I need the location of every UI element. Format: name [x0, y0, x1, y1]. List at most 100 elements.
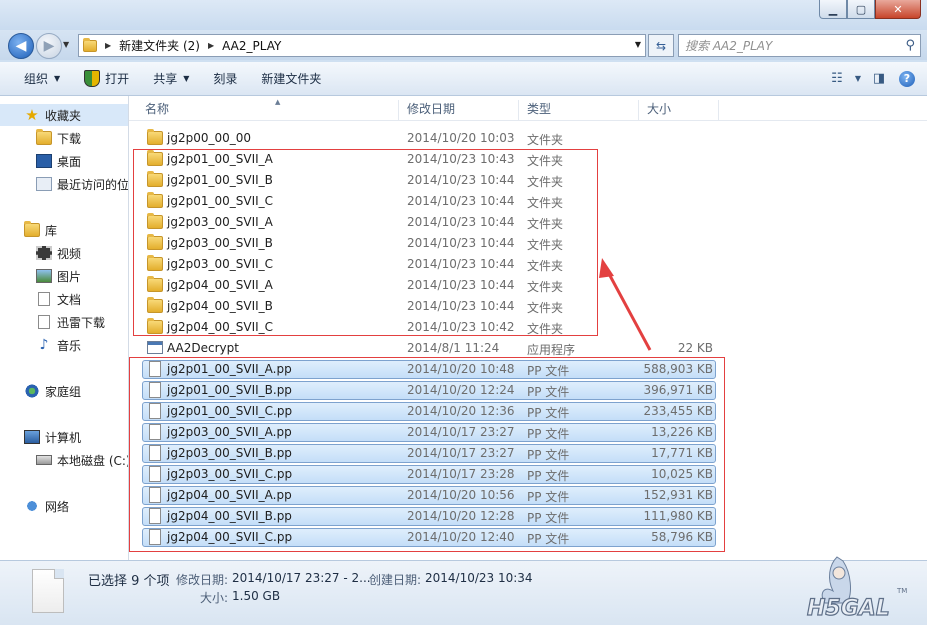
- file-icon: [149, 529, 161, 545]
- file-name: jg2p04_00_SVII_B: [167, 299, 273, 313]
- file-name: jg2p03_00_SVII_A.pp: [167, 425, 292, 439]
- sidebar-item-favorites[interactable]: ★ 收藏夹: [0, 104, 128, 126]
- file-type: 文件夹: [527, 175, 564, 189]
- file-type: 文件夹: [527, 196, 564, 210]
- search-input[interactable]: 搜索 AA2_PLAY ⚲: [678, 34, 921, 57]
- folder-row[interactable]: jg2p03_00_SVII_C 2014/10/23 10:44 文件夹: [129, 254, 927, 275]
- sidebar-item-desktop[interactable]: 桌面: [0, 150, 81, 172]
- help-button[interactable]: ?: [893, 68, 921, 90]
- burn-button[interactable]: 刻录: [201, 70, 249, 87]
- organize-button[interactable]: 组织 ▼: [0, 70, 72, 87]
- file-row[interactable]: jg2p04_00_SVII_B.pp 2014/10/20 12:28 PP 文件…: [129, 506, 927, 527]
- sidebar-item-music[interactable]: ♪ 音乐: [0, 334, 81, 356]
- breadcrumb-item[interactable]: AA2_PLAY: [222, 39, 281, 53]
- drive-icon: [36, 455, 52, 465]
- maximize-button[interactable]: ▢: [847, 0, 875, 19]
- file-row[interactable]: jg2p04_00_SVII_C.pp 2014/10/20 12:40 PP 文件…: [129, 527, 927, 548]
- file-date: 2014/10/20 10:56: [407, 488, 515, 502]
- folder-row[interactable]: jg2p01_00_SVII_C 2014/10/23 10:44 文件夹: [129, 191, 927, 212]
- window-controls: ▁ ▢ ✕: [819, 0, 921, 19]
- downloads-folder-icon: [36, 129, 52, 145]
- sidebar-item-homegroup[interactable]: 家庭组: [0, 380, 81, 402]
- picture-icon: [36, 269, 52, 283]
- folder-row[interactable]: jg2p04_00_SVII_B 2014/10/23 10:44 文件夹: [129, 296, 927, 317]
- file-icon: [149, 487, 161, 503]
- file-date: 2014/10/20 12:36: [407, 404, 515, 418]
- caret-down-icon[interactable]: ▼: [851, 68, 865, 90]
- column-size[interactable]: 大小: [639, 100, 719, 120]
- sidebar-item-computer[interactable]: 计算机: [0, 426, 81, 448]
- burn-label: 刻录: [213, 72, 238, 86]
- file-name: jg2p04_00_SVII_B.pp: [167, 509, 292, 523]
- sidebar-item-network[interactable]: 网络: [0, 495, 69, 517]
- folder-icon: [147, 297, 163, 313]
- logo-figure-icon: H5GAL TM: [806, 556, 907, 622]
- sidebar-item-xunlei[interactable]: 迅雷下载: [0, 311, 105, 333]
- sidebar-item-label: 库: [45, 223, 58, 238]
- view-options-icon[interactable]: ☷: [823, 68, 851, 90]
- folder-row[interactable]: jg2p03_00_SVII_A 2014/10/23 10:44 文件夹: [129, 212, 927, 233]
- column-date[interactable]: 修改日期: [399, 100, 519, 120]
- forward-button[interactable]: ▶: [36, 33, 62, 59]
- folder-row[interactable]: jg2p04_00_SVII_C 2014/10/23 10:42 文件夹: [129, 317, 927, 338]
- address-bar[interactable]: ▶ 新建文件夹 (2) ▶ AA2_PLAY ▼: [78, 34, 646, 57]
- folder-row[interactable]: jg2p00_00_00 2014/10/20 10:03 文件夹: [129, 128, 927, 149]
- folder-row[interactable]: jg2p01_00_SVII_B 2014/10/23 10:44 文件夹: [129, 170, 927, 191]
- file-list: 名称 ▲ 修改日期 类型 大小 jg2p00_00_00 2014/10/20 10…: [129, 96, 927, 560]
- folder-row[interactable]: jg2p03_00_SVII_B 2014/10/23 10:44 文件夹: [129, 233, 927, 254]
- file-row[interactable]: jg2p01_00_SVII_A.pp 2014/10/20 10:48 PP 文件…: [129, 359, 927, 380]
- selection-count: 已选择 9 个项: [88, 574, 170, 589]
- refresh-button[interactable]: ⇆: [648, 34, 674, 57]
- navigation-pane: ★ 收藏夹 下载 桌面 最近访问的位置 库 视频 图片 文档 迅雷下载 ♪ 音乐 家…: [0, 96, 129, 560]
- folder-icon: [147, 213, 163, 229]
- created-label: 创建日期:: [369, 573, 422, 587]
- file-row[interactable]: jg2p03_00_SVII_C.pp 2014/10/17 23:28 PP 文件…: [129, 464, 927, 485]
- sidebar-item-recent[interactable]: 最近访问的位置: [0, 173, 128, 195]
- sidebar-item-label: 家庭组: [45, 384, 82, 399]
- back-button[interactable]: ◀: [8, 33, 34, 59]
- homegroup-icon: [24, 384, 40, 398]
- share-label: 共享: [153, 72, 178, 86]
- folder-icon: [147, 255, 163, 271]
- column-type[interactable]: 类型: [519, 100, 639, 120]
- breadcrumb-item[interactable]: 新建文件夹 (2): [119, 37, 200, 54]
- share-button[interactable]: 共享 ▼: [141, 70, 201, 87]
- search-icon[interactable]: ⚲: [905, 38, 915, 53]
- file-row[interactable]: jg2p01_00_SVII_B.pp 2014/10/20 12:24 PP 文件…: [129, 380, 927, 401]
- file-row[interactable]: jg2p04_00_SVII_A.pp 2014/10/20 10:56 PP 文件…: [129, 485, 927, 506]
- file-icon: [149, 403, 161, 419]
- application-icon: [147, 341, 163, 354]
- arrow-left-icon: ◀: [15, 38, 27, 54]
- chevron-right-icon[interactable]: ▶: [105, 41, 111, 50]
- folder-row[interactable]: jg2p01_00_SVII_A 2014/10/23 10:43 文件夹: [129, 149, 927, 170]
- sidebar-item-local-disk[interactable]: 本地磁盘 (C:): [0, 449, 128, 471]
- file-type: PP 文件: [527, 406, 570, 420]
- file-row[interactable]: AA2Decrypt 2014/8/1 11:24 应用程序 22 KB: [129, 338, 927, 359]
- sidebar-item-downloads[interactable]: 下载: [0, 127, 81, 149]
- file-row[interactable]: jg2p01_00_SVII_C.pp 2014/10/20 12:36 PP 文件…: [129, 401, 927, 422]
- arrow-right-icon: ▶: [43, 38, 55, 54]
- recent-pages-dropdown[interactable]: ▼: [63, 40, 69, 49]
- sidebar-item-libraries[interactable]: 库: [0, 219, 57, 241]
- file-name: jg2p03_00_SVII_C: [167, 257, 274, 271]
- chevron-right-icon[interactable]: ▶: [208, 41, 214, 50]
- sidebar-item-label: 桌面: [57, 154, 82, 169]
- column-name[interactable]: 名称 ▲: [137, 98, 399, 120]
- folder-row[interactable]: jg2p04_00_SVII_A 2014/10/23 10:44 文件夹: [129, 275, 927, 296]
- file-type: 文件夹: [527, 154, 564, 168]
- open-button[interactable]: 打开: [72, 70, 141, 87]
- preview-pane-icon[interactable]: ◨: [865, 68, 893, 90]
- minimize-button[interactable]: ▁: [819, 0, 847, 19]
- sidebar-item-documents[interactable]: 文档: [0, 288, 81, 310]
- file-row[interactable]: jg2p03_00_SVII_A.pp 2014/10/17 23:27 PP 文件…: [129, 422, 927, 443]
- new-folder-button[interactable]: 新建文件夹: [249, 70, 333, 87]
- address-dropdown-icon[interactable]: ▼: [635, 40, 641, 49]
- file-date: 2014/10/20 10:03: [407, 131, 515, 145]
- file-name: jg2p03_00_SVII_B.pp: [167, 446, 292, 460]
- sidebar-item-pictures[interactable]: 图片: [0, 265, 81, 287]
- close-button[interactable]: ✕: [875, 0, 921, 19]
- file-row[interactable]: jg2p03_00_SVII_B.pp 2014/10/17 23:27 PP 文件…: [129, 443, 927, 464]
- sidebar-item-videos[interactable]: 视频: [0, 242, 81, 264]
- file-type: 文件夹: [527, 322, 564, 336]
- file-name: jg2p01_00_SVII_B: [167, 173, 273, 187]
